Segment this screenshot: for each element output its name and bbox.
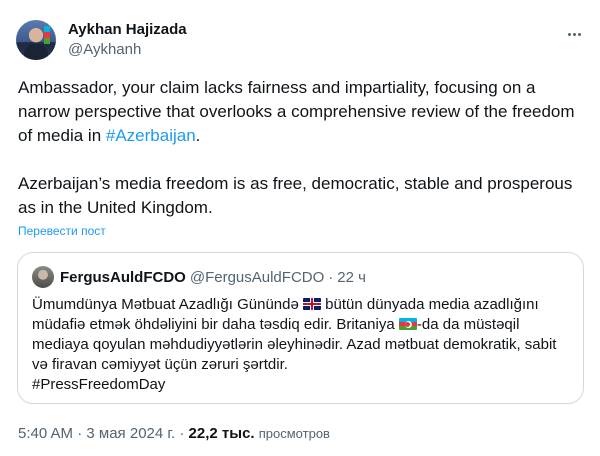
translate-post-link[interactable]: Перевести пост <box>18 223 106 239</box>
quoted-tweet-header: FergusAuldFCDO @FergusAuldFCDO · 22 ч <box>32 265 569 289</box>
tweet-paragraph-1-text: Ambassador, your claim lacks fairness an… <box>18 78 575 145</box>
tweet-meta: 5:40 AM · 3 мая 2024 г. · 22,2 тыс. прос… <box>18 424 330 444</box>
tweet: Aykhan Hajizada @Aykhanh Ambassador, you… <box>0 0 600 456</box>
author-display-name[interactable]: Aykhan Hajizada <box>68 20 187 40</box>
tweet-header: Aykhan Hajizada @Aykhanh <box>16 18 584 62</box>
quoted-author-handle[interactable]: @FergusAuldFCDO <box>190 269 324 286</box>
quoted-time[interactable]: 22 ч <box>337 269 366 286</box>
tweet-time[interactable]: 5:40 AM <box>18 425 73 442</box>
quoted-separator: · <box>328 268 334 286</box>
views-count: 22,2 тыс. <box>188 425 255 442</box>
author-avatar[interactable] <box>16 20 56 60</box>
tweet-paragraph-1: Ambassador, your claim lacks fairness an… <box>18 76 578 148</box>
author-handle[interactable]: @Aykhanh <box>68 40 187 60</box>
tweet-text: Ambassador, your claim lacks fairness an… <box>18 76 578 220</box>
hashtag-link[interactable]: #Azerbaijan <box>106 126 196 145</box>
tweet-paragraph-2: Azerbaijan’s media freedom is as free, d… <box>18 174 573 217</box>
avatar-figure <box>24 44 48 60</box>
tweet-date[interactable]: 3 мая 2024 г. <box>86 425 175 442</box>
flag-icon <box>44 26 50 44</box>
tweet-paragraph-1-end: . <box>195 126 201 145</box>
azerbaijan-flag-icon <box>398 318 417 330</box>
quoted-hashtag[interactable]: #PressFreedomDay <box>32 376 165 393</box>
meta-separator-2: · <box>179 425 185 442</box>
views-label: просмотров <box>258 426 330 441</box>
meta-separator: · <box>77 425 83 442</box>
more-options-icon[interactable] <box>564 24 584 44</box>
quoted-tweet-text: Ümumdünya Mətbuat Azadlığı Günündə bütün… <box>32 295 569 395</box>
quoted-author-avatar[interactable] <box>32 266 54 288</box>
quoted-tweet[interactable]: FergusAuldFCDO @FergusAuldFCDO · 22 ч Üm… <box>17 252 584 404</box>
author-names[interactable]: Aykhan Hajizada @Aykhanh <box>68 20 187 60</box>
quoted-author-display-name[interactable]: FergusAuldFCDO <box>60 269 186 286</box>
uk-flag-icon <box>303 298 321 310</box>
quoted-text-part-1: Ümumdünya Mətbuat Azadlığı Günündə <box>32 296 303 313</box>
